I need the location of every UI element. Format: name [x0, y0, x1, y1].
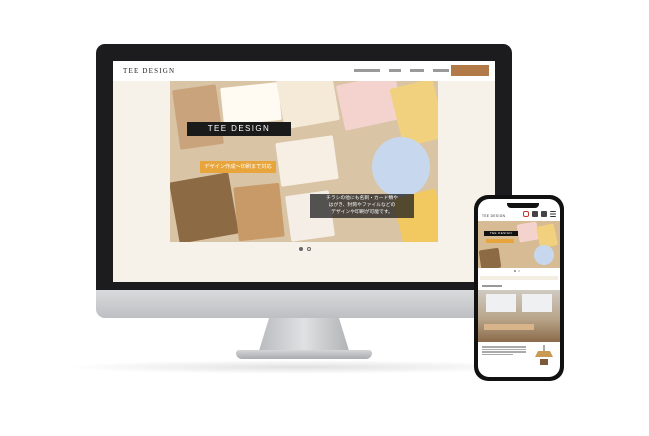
imac-base — [236, 350, 372, 359]
phone-body-text — [482, 345, 526, 356]
hero-subtitle: デザイン作成〜印刷まで対応 — [200, 161, 276, 173]
flyer-image — [372, 137, 430, 197]
flyer-image — [172, 84, 224, 150]
site-header: TEE DESIGN — [113, 61, 495, 81]
flyer-image — [170, 172, 239, 242]
phone-notch — [507, 203, 539, 208]
phone-screen: TEE DESIGN TEE DESIGN — [478, 199, 560, 377]
slider-dot-active[interactable] — [299, 247, 303, 251]
instagram-icon[interactable] — [523, 211, 529, 217]
flyer-image — [233, 182, 285, 242]
site-nav — [354, 69, 449, 72]
phone-icon[interactable] — [541, 211, 547, 217]
nav-item-4[interactable] — [433, 69, 449, 72]
window — [522, 294, 552, 312]
slider-dot[interactable] — [518, 270, 520, 272]
site-logo[interactable]: TEE DESIGN — [123, 67, 175, 75]
imac-frame: TEE DESIGN TEE DESIGN デザイン作成〜印刷まで対応 チラシの… — [96, 44, 512, 308]
table — [484, 324, 534, 330]
slider-dot[interactable] — [307, 247, 311, 251]
phone-slider-dots — [514, 270, 520, 272]
phone-banner — [480, 276, 558, 280]
hero-description-line: デザインや印刷が可能です。 — [331, 209, 393, 215]
hero-description-line: チラシの他にも名刺・カード類や — [326, 196, 398, 201]
phone-hero[interactable]: TEE DESIGN — [478, 221, 560, 268]
flyer-image — [275, 135, 339, 187]
office-photo — [478, 290, 560, 342]
slider-dots — [299, 247, 311, 251]
phone-header-icons — [523, 211, 556, 217]
desktop-screen: TEE DESIGN TEE DESIGN デザイン作成〜印刷まで対応 チラシの… — [113, 61, 495, 282]
nav-item-1[interactable] — [354, 69, 380, 72]
imac-chin — [96, 290, 512, 318]
flyer-image — [534, 245, 554, 265]
phone-hero-subtitle — [486, 239, 514, 243]
menu-icon[interactable] — [550, 211, 556, 217]
flyer-image — [220, 82, 282, 126]
phone-site-logo[interactable]: TEE DESIGN — [482, 214, 505, 218]
lamp-icon — [535, 345, 553, 365]
desk-shadow — [60, 360, 540, 374]
mail-icon[interactable] — [532, 211, 538, 217]
nav-item-3[interactable] — [410, 69, 424, 72]
nav-item-2[interactable] — [389, 69, 401, 72]
flyer-image — [478, 247, 502, 268]
hero-slider[interactable]: TEE DESIGN デザイン作成〜印刷まで対応 チラシの他にも名刺・カード類や… — [170, 81, 438, 242]
phone-hero-title: TEE DESIGN — [484, 231, 518, 236]
imac-stand — [258, 318, 350, 354]
hero-description: チラシの他にも名刺・カード類や はがき、封筒やファイルなどの デザインや印刷が可… — [310, 194, 414, 219]
hero-description-line: はがき、封筒やファイルなどの — [328, 202, 396, 208]
phone-section-label — [482, 285, 502, 287]
window — [486, 294, 516, 312]
slider-dot[interactable] — [514, 270, 516, 272]
contact-button[interactable] — [451, 65, 489, 76]
iphone-frame: TEE DESIGN TEE DESIGN — [474, 195, 564, 381]
hero-title: TEE DESIGN — [187, 122, 291, 136]
